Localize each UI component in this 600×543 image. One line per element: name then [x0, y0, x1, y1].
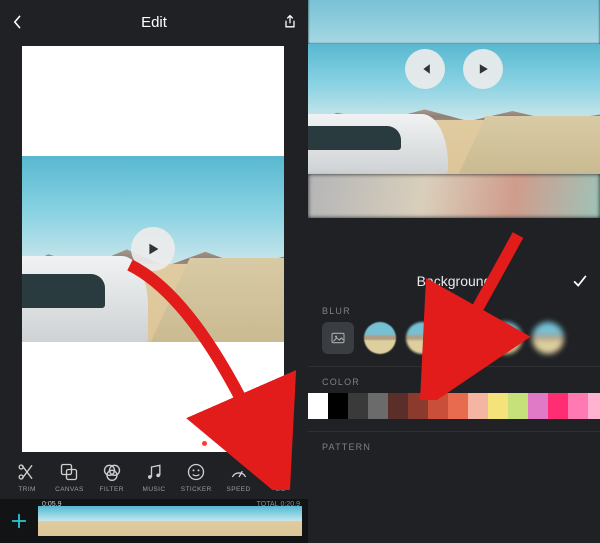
color-swatch[interactable] — [488, 393, 508, 419]
prev-button[interactable] — [405, 49, 445, 89]
tool-label: SPEED — [227, 486, 251, 493]
blur-option-5[interactable] — [532, 322, 564, 354]
tool-label: CANVAS — [55, 486, 84, 493]
add-clip-button[interactable] — [0, 499, 38, 543]
section-label-pattern: PATTERN — [308, 432, 600, 458]
color-swatch[interactable] — [348, 393, 368, 419]
bg-icon — [270, 461, 292, 483]
tool-canvas[interactable]: CANVAS — [51, 461, 87, 493]
color-swatches — [308, 393, 600, 419]
color-swatch[interactable] — [568, 393, 588, 419]
tool-label: STICKER — [181, 486, 212, 493]
back-button[interactable] — [8, 12, 28, 32]
video-canvas[interactable] — [22, 46, 284, 452]
tool-label: MUSIC — [143, 486, 166, 493]
canvas-icon — [58, 461, 80, 483]
canvas-blank-bottom — [22, 342, 284, 452]
music-icon — [143, 461, 165, 483]
filter-icon — [101, 461, 123, 483]
play-button[interactable] — [463, 49, 503, 89]
color-swatch[interactable] — [588, 393, 600, 419]
tool-filter[interactable]: FILTER — [94, 461, 130, 493]
timeline: 0:05.9 TOTAL 0:20.9 — [0, 499, 308, 543]
preview-area[interactable] — [308, 0, 600, 218]
blur-option-none[interactable] — [322, 322, 354, 354]
color-swatch[interactable] — [548, 393, 568, 419]
tool-sticker[interactable]: STICKER — [178, 461, 214, 493]
canvas-blank-top — [22, 46, 284, 156]
share-icon — [282, 14, 298, 30]
blur-option-4[interactable] — [490, 322, 522, 354]
speed-icon — [228, 461, 250, 483]
section-label-blur: BLUR — [308, 296, 600, 322]
panel-header: Background — [308, 266, 600, 296]
playback-controls — [405, 49, 503, 89]
blur-option-3[interactable] — [448, 322, 480, 354]
color-swatch[interactable] — [388, 393, 408, 419]
color-swatch[interactable] — [468, 393, 488, 419]
play-icon — [475, 61, 491, 77]
right-screen: Background BLUR COLOR PATTERN — [308, 0, 600, 543]
blur-option-1[interactable] — [364, 322, 396, 354]
badge-dot-icon — [202, 441, 207, 446]
color-swatch[interactable] — [408, 393, 428, 419]
tool-music[interactable]: MUSIC — [136, 461, 172, 493]
background-panel: Background BLUR COLOR PATTERN — [308, 260, 600, 543]
trim-icon — [16, 461, 38, 483]
sticker-icon — [185, 461, 207, 483]
image-icon — [330, 330, 346, 346]
section-label-color: COLOR — [308, 367, 600, 393]
tool-label: BG — [276, 486, 286, 493]
tool-label: FILTER — [100, 486, 124, 493]
blurred-background-top — [308, 0, 600, 44]
plus-icon — [10, 512, 28, 530]
color-swatch[interactable] — [508, 393, 528, 419]
blur-option-2[interactable] — [406, 322, 438, 354]
color-swatch[interactable] — [368, 393, 388, 419]
tool-trim[interactable]: TRIM — [9, 461, 45, 493]
color-swatch[interactable] — [448, 393, 468, 419]
topbar: Edit — [0, 0, 308, 44]
panel-title: Background — [417, 273, 492, 289]
left-screen: Edit TRIM — [0, 0, 308, 543]
blur-options — [308, 322, 600, 354]
color-swatch[interactable] — [328, 393, 348, 419]
play-icon — [144, 240, 162, 258]
play-button[interactable] — [131, 227, 175, 271]
timeline-strip[interactable] — [38, 506, 302, 536]
edit-toolbar: TRIM CANVAS FILTER MUSIC STICKER — [0, 457, 308, 499]
video-frame — [22, 156, 284, 342]
color-swatch[interactable] — [528, 393, 548, 419]
color-swatch[interactable] — [308, 393, 328, 419]
skip-back-icon — [417, 61, 433, 77]
tool-label: TRIM — [18, 486, 36, 493]
tool-speed[interactable]: SPEED — [221, 461, 257, 493]
tool-bg[interactable]: BG — [263, 461, 299, 493]
blurred-background-bottom — [308, 174, 600, 218]
confirm-button[interactable] — [570, 271, 590, 291]
share-button[interactable] — [280, 12, 300, 32]
chevron-left-icon — [10, 14, 26, 30]
check-icon — [571, 272, 589, 290]
color-swatch[interactable] — [428, 393, 448, 419]
page-title: Edit — [141, 14, 167, 31]
